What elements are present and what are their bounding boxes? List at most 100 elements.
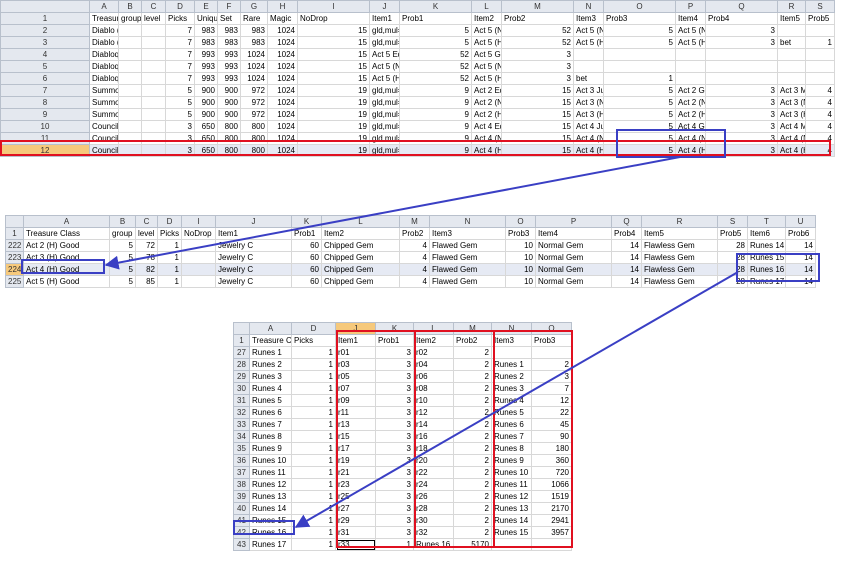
cell[interactable]: Runes 2 <box>249 358 292 371</box>
column-header-r[interactable]: R <box>777 0 806 13</box>
cell[interactable]: 3 <box>375 454 414 467</box>
cell[interactable]: 52 <box>399 72 472 85</box>
cell[interactable]: Act 5 (N) Good <box>675 24 706 37</box>
cell[interactable]: 3 <box>705 144 778 157</box>
cell[interactable]: 5170 <box>453 538 492 551</box>
cell[interactable]: 4 <box>805 132 835 145</box>
cell[interactable]: Prob2 <box>501 12 574 25</box>
cell[interactable]: Runes 4 <box>491 394 532 407</box>
cell[interactable]: Act 5 (H) Equip A <box>369 72 400 85</box>
column-header-d[interactable]: D <box>291 322 336 335</box>
cell[interactable] <box>141 48 166 61</box>
row-header[interactable]: 225 <box>5 275 24 288</box>
column-header-n[interactable]: N <box>573 0 604 13</box>
cell[interactable]: 5 <box>603 132 676 145</box>
cell[interactable]: 82 <box>135 263 158 276</box>
cell[interactable]: NoDrop <box>297 12 370 25</box>
cell[interactable] <box>118 36 142 49</box>
row-header[interactable]: 9 <box>0 108 90 121</box>
cell[interactable]: 2 <box>453 430 492 443</box>
cell[interactable]: 10 <box>505 275 536 288</box>
column-header-j[interactable]: J <box>215 215 292 228</box>
cell[interactable]: 3 <box>375 370 414 383</box>
cell[interactable]: Prob5 <box>805 12 835 25</box>
cell[interactable]: gld,mul=1280 <box>369 120 400 133</box>
cell[interactable]: 650 <box>194 144 218 157</box>
cell[interactable]: 900 <box>194 108 218 121</box>
cell[interactable]: 983 <box>217 24 241 37</box>
cell[interactable]: Act 4 (N) Junk <box>573 132 604 145</box>
cell[interactable] <box>141 96 166 109</box>
cell[interactable]: 3957 <box>531 526 572 539</box>
cell[interactable]: Treasure C <box>249 334 292 347</box>
cell[interactable]: 5 <box>109 251 136 264</box>
cell[interactable]: 3 <box>375 394 414 407</box>
row-header[interactable]: 8 <box>0 96 90 109</box>
cell[interactable]: Chipped Gem <box>321 263 400 276</box>
cell[interactable]: gld,mul=2048 <box>369 36 400 49</box>
cell[interactable] <box>491 346 532 359</box>
cell[interactable]: Act 5 (H) Good <box>23 275 110 288</box>
cell[interactable]: Runes 9 <box>249 442 292 455</box>
cell[interactable]: Act 2 (H) Equip C <box>471 108 502 121</box>
cell[interactable]: 60 <box>291 275 322 288</box>
cell[interactable]: Council (N) <box>89 132 119 145</box>
cell[interactable]: r33 <box>335 538 376 551</box>
cell[interactable]: Act 5 (H) Good <box>675 36 706 49</box>
cell[interactable]: gld,mul=1536 <box>369 132 400 145</box>
cell[interactable]: 1024 <box>267 144 298 157</box>
cell[interactable]: 900 <box>217 108 241 121</box>
cell[interactable]: gld,mul=2048 <box>369 108 400 121</box>
cell[interactable]: 2 <box>531 358 572 371</box>
cell[interactable]: 1 <box>291 502 336 515</box>
cell[interactable]: Runes 17 <box>747 275 786 288</box>
cell[interactable]: 1 <box>157 251 182 264</box>
column-header-j[interactable]: J <box>369 0 400 13</box>
cell[interactable]: r26 <box>413 490 454 503</box>
cell[interactable]: 3 <box>705 108 778 121</box>
cell[interactable]: 9 <box>399 132 472 145</box>
cell[interactable] <box>141 24 166 37</box>
cell[interactable]: 1 <box>291 442 336 455</box>
cell[interactable]: r27 <box>335 502 376 515</box>
column-header-k[interactable]: K <box>375 322 414 335</box>
cell[interactable]: 993 <box>194 72 218 85</box>
cell[interactable] <box>118 132 142 145</box>
cell[interactable] <box>181 251 216 264</box>
cell[interactable]: 3 <box>705 96 778 109</box>
cell[interactable]: 14 <box>785 263 816 276</box>
cell[interactable]: 15 <box>501 120 574 133</box>
cell[interactable]: Item4 <box>535 227 612 240</box>
cell[interactable]: r22 <box>413 466 454 479</box>
cell[interactable]: Act 4 (H) Magic A <box>777 144 806 157</box>
cell[interactable]: Council (H) <box>89 144 119 157</box>
cell[interactable]: Runes 5 <box>249 394 292 407</box>
column-header-r[interactable]: R <box>641 215 718 228</box>
column-header-q[interactable]: Q <box>611 215 642 228</box>
cell[interactable]: NoDrop <box>181 227 216 240</box>
cell[interactable]: 3 <box>705 132 778 145</box>
cell[interactable]: 15 <box>501 108 574 121</box>
cell[interactable]: 1 <box>291 454 336 467</box>
cell[interactable]: 60 <box>291 239 322 252</box>
cell[interactable]: Diablo (N) <box>89 24 119 37</box>
cell[interactable]: 4 <box>399 263 430 276</box>
cell[interactable]: 2 <box>453 382 492 395</box>
column-header-s[interactable]: S <box>717 215 748 228</box>
cell[interactable]: 993 <box>217 60 241 73</box>
cell[interactable]: Runes 6 <box>491 418 532 431</box>
cell[interactable]: Chipped Gem <box>321 239 400 252</box>
cell[interactable]: 1519 <box>531 490 572 503</box>
cell[interactable] <box>141 132 166 145</box>
cell[interactable]: 2 <box>453 478 492 491</box>
cell[interactable] <box>118 84 142 97</box>
select-all-corner[interactable] <box>233 322 250 335</box>
cell[interactable]: Flawless Gem <box>641 263 718 276</box>
cell[interactable]: 983 <box>240 36 268 49</box>
cell[interactable]: 19 <box>297 132 370 145</box>
cell[interactable]: Prob5 <box>717 227 748 240</box>
cell[interactable]: Runes 3 <box>249 370 292 383</box>
column-header-k[interactable]: K <box>399 0 472 13</box>
cell[interactable]: Rare <box>240 12 268 25</box>
cell[interactable]: r13 <box>335 418 376 431</box>
